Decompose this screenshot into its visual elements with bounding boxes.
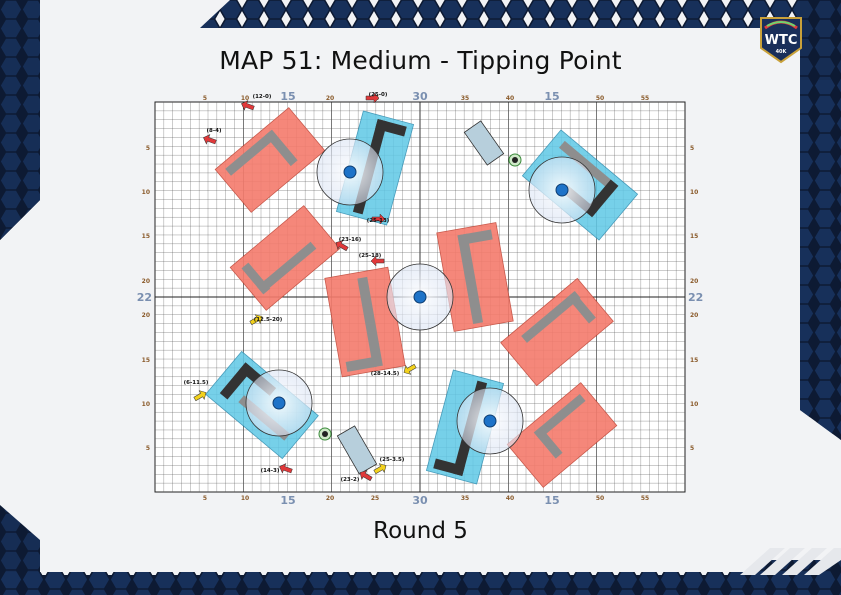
- marker-coordinate-label: (25-13): [367, 218, 390, 224]
- axis-tick-label: 10: [241, 495, 249, 502]
- marker-coordinate-label: (12.5-20): [254, 317, 283, 323]
- axis-tick-label: 10: [142, 189, 150, 196]
- axis-tick-label: 35: [461, 495, 469, 502]
- axis-tick-label: 15: [690, 233, 698, 240]
- objective-marker: [316, 138, 384, 206]
- axis-tick-label: 35: [461, 95, 469, 102]
- axis-tick-label: 25: [371, 495, 379, 502]
- axis-major-label: 15: [544, 90, 559, 103]
- marker-coordinate-label: (14-3): [261, 468, 280, 474]
- objective-marker: [456, 387, 524, 455]
- marker-coordinate-label: (25-0): [369, 92, 388, 98]
- marker-coordinate-label: (25-3.5): [380, 457, 405, 463]
- axis-tick-label: 20: [326, 495, 334, 502]
- axis-tick-label: 15: [142, 233, 150, 240]
- axis-major-label: 15: [544, 494, 559, 507]
- axis-major-label: 15: [280, 494, 295, 507]
- axis-tick-label: 20: [142, 312, 150, 319]
- axis-tick-label: 20: [142, 278, 150, 285]
- marker-coordinate-label: (23-2): [341, 477, 360, 483]
- axis-major-label: 22: [688, 291, 703, 304]
- marker-coordinate-label: (25-18): [359, 253, 382, 259]
- objective-marker: [245, 369, 313, 437]
- axis-tick-label: 5: [690, 145, 694, 152]
- battle-map: 5510102020252535354040505055551515303015…: [137, 90, 704, 507]
- objective-marker: [386, 263, 454, 331]
- axis-tick-label: 20: [326, 95, 334, 102]
- marker-coordinate-label: (23-16): [339, 237, 362, 243]
- axis-tick-label: 10: [690, 401, 698, 408]
- axis-tick-label: 40: [506, 95, 514, 102]
- axis-major-label: 30: [412, 494, 428, 507]
- model-token-icon: [318, 427, 332, 441]
- axis-major-label: 15: [280, 90, 295, 103]
- marker-coordinate-label: (8-4): [207, 128, 222, 134]
- axis-tick-label: 10: [690, 189, 698, 196]
- axis-tick-label: 40: [506, 495, 514, 502]
- axis-tick-label: 50: [596, 95, 604, 102]
- objective-marker: [528, 156, 596, 224]
- axis-major-label: 22: [137, 291, 152, 304]
- marker-coordinate-label: (28-14.5): [371, 371, 400, 377]
- axis-tick-label: 5: [690, 445, 694, 452]
- axis-tick-label: 15: [690, 357, 698, 364]
- axis-tick-label: 55: [641, 495, 649, 502]
- axis-tick-label: 5: [146, 145, 150, 152]
- axis-tick-label: 20: [690, 312, 698, 319]
- axis-tick-label: 55: [641, 95, 649, 102]
- axis-tick-label: 5: [203, 495, 207, 502]
- model-token-icon: [508, 153, 522, 167]
- axis-major-label: 30: [412, 90, 428, 103]
- axis-tick-label: 5: [203, 95, 207, 102]
- axis-tick-label: 15: [142, 357, 150, 364]
- axis-tick-label: 10: [142, 401, 150, 408]
- axis-tick-label: 5: [146, 445, 150, 452]
- axis-tick-label: 20: [690, 278, 698, 285]
- marker-coordinate-label: (6-11.5): [184, 380, 209, 386]
- axis-tick-label: 50: [596, 495, 604, 502]
- marker-coordinate-label: (12-0): [253, 94, 272, 100]
